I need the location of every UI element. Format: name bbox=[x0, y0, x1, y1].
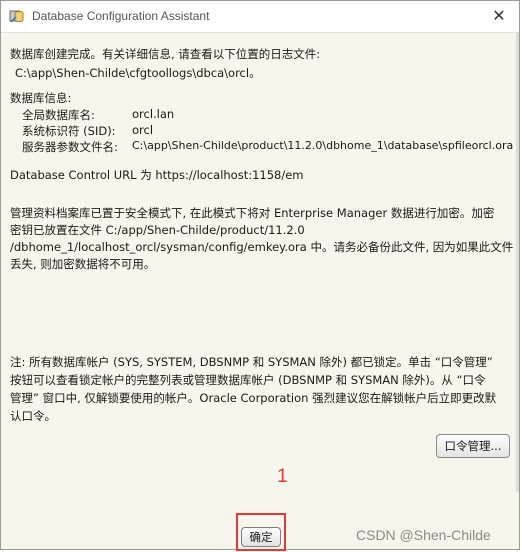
ok-button[interactable]: 确定 bbox=[241, 527, 281, 547]
close-icon: ✕ bbox=[492, 6, 506, 25]
note-line-3: 管理” 窗口中, 仅解锁要使用的帐户。Oracle Corporation 强烈… bbox=[10, 391, 497, 405]
spfile-value: C:\app\Shen-Childe\product\11.2.0\dbhome… bbox=[132, 139, 514, 152]
window-title: Database Configuration Assistant bbox=[32, 9, 210, 23]
note-line-4: 认口令。 bbox=[10, 409, 56, 423]
annotation-step-number: 1 bbox=[277, 466, 288, 487]
repository-line-3: /dbhome_1/localhost_orcl/sysman/config/e… bbox=[10, 240, 514, 254]
em-url-line: Database Control URL 为 https://localhost… bbox=[10, 168, 304, 182]
note-line-2: 按钮可以查看锁定帐户的完整列表或管理数据库帐户 (DBSNMP 和 SYSMAN… bbox=[10, 373, 486, 387]
csdn-watermark: CSDN @Shen-Childe bbox=[356, 527, 491, 543]
sid-label: 系统标识符 (SID): bbox=[22, 124, 116, 138]
dbca-app-icon bbox=[9, 10, 24, 23]
repository-line-2: 密钥已放置在文件 C:/app/Shen-Childe/product/11.2… bbox=[10, 223, 305, 237]
global-db-name-value: orcl.lan bbox=[132, 107, 175, 121]
completion-message: 数据库创建完成。有关详细信息, 请查看以下位置的日志文件: bbox=[10, 47, 321, 61]
db-info-heading: 数据库信息: bbox=[10, 91, 72, 105]
global-db-name-label: 全局数据库名: bbox=[22, 108, 95, 122]
repository-line-4: 丢失, 则加密数据将不可用。 bbox=[10, 257, 156, 271]
title-bar[interactable]: Database Configuration Assistant ✕ bbox=[1, 1, 519, 33]
dbca-dialog-window: Database Configuration Assistant ✕ 数据库创建… bbox=[0, 0, 520, 551]
dialog-body: 数据库创建完成。有关详细信息, 请查看以下位置的日志文件: C:\app\She… bbox=[1, 32, 519, 549]
spfile-label: 服务器参数文件名: bbox=[22, 140, 118, 154]
repository-line-1: 管理资料档案库已置于安全模式下, 在此模式下将对 Enterprise Mana… bbox=[10, 206, 495, 220]
sid-value: orcl bbox=[132, 123, 154, 137]
close-button[interactable]: ✕ bbox=[487, 6, 511, 26]
log-path: C:\app\Shen-Childe\cfgtoollogs\dbca\orcl… bbox=[15, 66, 261, 80]
password-management-button[interactable]: 口令管理... bbox=[436, 434, 510, 458]
note-line-1: 注: 所有数据库帐户 (SYS, SYSTEM, DBSNMP 和 SYSMAN… bbox=[10, 355, 493, 369]
